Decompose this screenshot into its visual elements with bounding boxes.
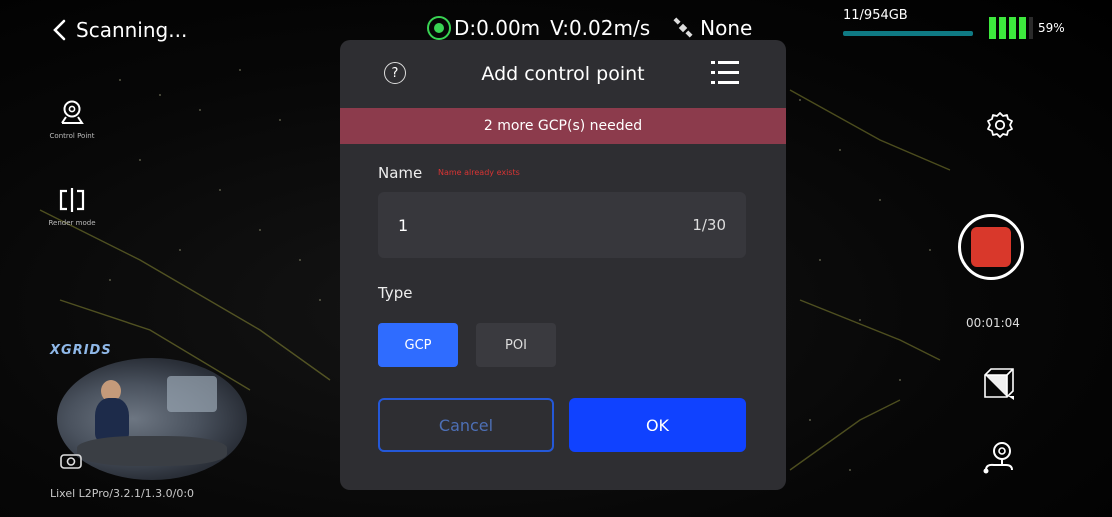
record-stop-button[interactable] xyxy=(958,214,1024,280)
record-timer: 00:01:04 xyxy=(966,316,1020,330)
back-button[interactable]: Scanning... xyxy=(50,18,187,42)
gear-icon[interactable] xyxy=(984,110,1016,142)
stop-icon xyxy=(971,227,1011,267)
storage-label: 11/954GB xyxy=(843,8,908,23)
name-input[interactable]: 1 1/30 xyxy=(378,192,746,258)
route-pin-icon[interactable] xyxy=(982,440,1016,476)
satellite-icon xyxy=(673,17,693,38)
battery-percent: 59% xyxy=(1038,21,1065,35)
velocity-readout: V:0.02m/s xyxy=(550,16,651,40)
gcp-needed-alert: 2 more GCP(s) needed xyxy=(340,108,786,144)
render-mode-caption: Render mode xyxy=(48,219,96,227)
add-control-point-dialog: ? Add control point 2 more GCP(s) needed… xyxy=(340,40,786,490)
control-point-tool[interactable]: Control Point xyxy=(50,98,94,140)
camera-switch-icon[interactable] xyxy=(60,451,82,469)
storage-indicator: 11/954GB xyxy=(843,8,973,36)
name-label: Name xyxy=(378,164,423,182)
render-mode-icon xyxy=(59,188,85,212)
type-label: Type xyxy=(378,284,413,302)
name-error-hint: Name already exists xyxy=(438,168,520,177)
help-icon[interactable]: ? xyxy=(384,62,406,84)
type-poi-button[interactable]: POI xyxy=(476,323,556,367)
type-gcp-button[interactable]: GCP xyxy=(378,323,458,367)
camera-preview[interactable] xyxy=(57,358,247,480)
list-icon[interactable] xyxy=(708,56,742,90)
render-mode-tool[interactable]: Render mode xyxy=(48,185,96,227)
battery-icon xyxy=(989,17,1033,39)
satellite-status: None xyxy=(672,16,752,40)
distance-readout: D:0.00m xyxy=(454,16,541,40)
status-dot-icon xyxy=(427,16,451,40)
device-info: Lixel L2Pro/3.2.1/1.3.0/0:0 xyxy=(50,487,195,500)
storage-bar xyxy=(843,31,973,36)
brand-logo: XGRIDS xyxy=(50,343,112,358)
cancel-button[interactable]: Cancel xyxy=(378,398,554,452)
satellite-label: None xyxy=(700,16,753,40)
control-point-caption: Control Point xyxy=(49,132,95,140)
dialog-title: Add control point xyxy=(481,63,645,85)
cube-icon[interactable] xyxy=(983,367,1015,401)
battery-indicator: 59% xyxy=(989,17,1065,39)
name-char-count: 1/30 xyxy=(692,216,726,234)
scan-status: D:0.00m V:0.02m/s None xyxy=(427,16,752,40)
location-pin-icon xyxy=(61,100,84,124)
back-label: Scanning... xyxy=(76,18,188,42)
name-input-value: 1 xyxy=(398,215,409,235)
chevron-left-icon xyxy=(53,19,66,41)
ok-button[interactable]: OK xyxy=(569,398,746,452)
dialog-header: ? Add control point xyxy=(340,40,786,108)
